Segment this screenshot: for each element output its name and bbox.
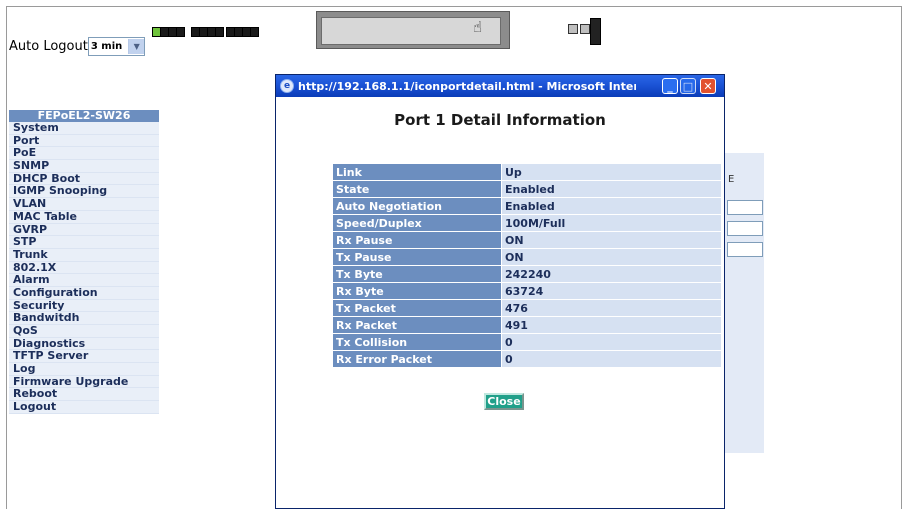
sidebar-item[interactable]: VLAN [9,198,159,211]
popup-titlebar[interactable]: e http://192.168.1.1/iconportdetail.html… [276,75,724,97]
sidebar-menu: FEPoEL2-SW26 System Port PoE SNMP DHCP Boot I… [9,110,159,414]
maximize-button[interactable]: □ [680,78,696,94]
row-label: State [333,181,501,197]
table-row: Tx Byte 242240 [333,266,721,282]
table-row: Rx Packet 491 [333,317,721,333]
row-value: 63724 [502,283,721,299]
row-label: Rx Packet [333,317,501,333]
sidebar-item[interactable]: Logout [9,401,159,414]
table-row: Speed/Duplex 100M/Full [333,215,721,231]
row-label: Tx Packet [333,300,501,316]
sfp-port-icon[interactable] [568,24,578,34]
sidebar-item[interactable]: QoS [9,325,159,338]
table-row: Link Up [333,164,721,180]
table-row: Rx Pause ON [333,232,721,248]
hand-cursor-icon: ☝ [473,18,483,36]
row-value: 0 [502,351,721,367]
row-value: Up [502,164,721,180]
background-input[interactable] [727,200,763,215]
table-row: Auto Negotiation Enabled [333,198,721,214]
row-label: Tx Pause [333,249,501,265]
switch-port-icon[interactable] [176,27,185,37]
popup-title: http://192.168.1.1/iconportdetail.html -… [298,79,636,93]
row-value: Enabled [502,198,721,214]
row-label: Auto Negotiation [333,198,501,214]
row-label: Tx Collision [333,334,501,350]
background-input[interactable] [727,242,763,257]
row-value: 0 [502,334,721,350]
port-detail-popup: e http://192.168.1.1/iconportdetail.html… [275,74,725,509]
sidebar-item[interactable]: MAC Table [9,211,159,224]
sidebar-item[interactable]: SNMP [9,160,159,173]
auto-logout-label: Auto Logout [9,39,88,54]
ie-icon: e [280,79,294,93]
row-label: Tx Byte [333,266,501,282]
background-panel [724,153,764,453]
table-row: Tx Packet 476 [333,300,721,316]
row-value: 491 [502,317,721,333]
close-window-button[interactable]: ✕ [700,78,716,94]
row-label: Rx Byte [333,283,501,299]
port-detail-table: Link Up State Enabled Auto Negotiation Enable… [332,163,722,368]
row-value: 100M/Full [502,215,721,231]
sidebar-item[interactable]: Trunk [9,249,159,262]
table-row: Tx Pause ON [333,249,721,265]
row-value: Enabled [502,181,721,197]
row-value: ON [502,232,721,248]
row-value: 476 [502,300,721,316]
sidebar-item[interactable]: Log [9,363,159,376]
background-input[interactable] [727,221,763,236]
table-row: Rx Byte 63724 [333,283,721,299]
table-row: Rx Error Packet 0 [333,351,721,367]
page-title: Port 1 Detail Information [394,111,606,129]
sidebar-item[interactable]: System [9,122,159,135]
chevron-down-icon[interactable]: ▼ [128,39,145,54]
row-value: 242240 [502,266,721,282]
uplink-port-icon[interactable] [590,18,601,45]
sidebar-item[interactable]: Configuration [9,287,159,300]
auto-logout-value: 3 min [90,41,123,52]
switch-port-icon[interactable] [215,27,224,37]
row-label: Speed/Duplex [333,215,501,231]
background-label: E [728,174,735,185]
row-label: Rx Error Packet [333,351,501,367]
switch-port-icon[interactable] [250,27,259,37]
sfp-port-icon[interactable] [580,24,590,34]
table-row: Tx Collision 0 [333,334,721,350]
table-row: State Enabled [333,181,721,197]
sidebar-item[interactable]: STP [9,236,159,249]
minimize-button[interactable]: _ [662,78,678,94]
row-label: Link [333,164,501,180]
auto-logout-select[interactable]: 3 min ▼ [87,37,146,56]
auto-logout: Auto Logout 3 min ▼ [9,37,146,56]
close-button[interactable]: Close [484,393,524,410]
row-label: Rx Pause [333,232,501,248]
row-value: ON [502,249,721,265]
